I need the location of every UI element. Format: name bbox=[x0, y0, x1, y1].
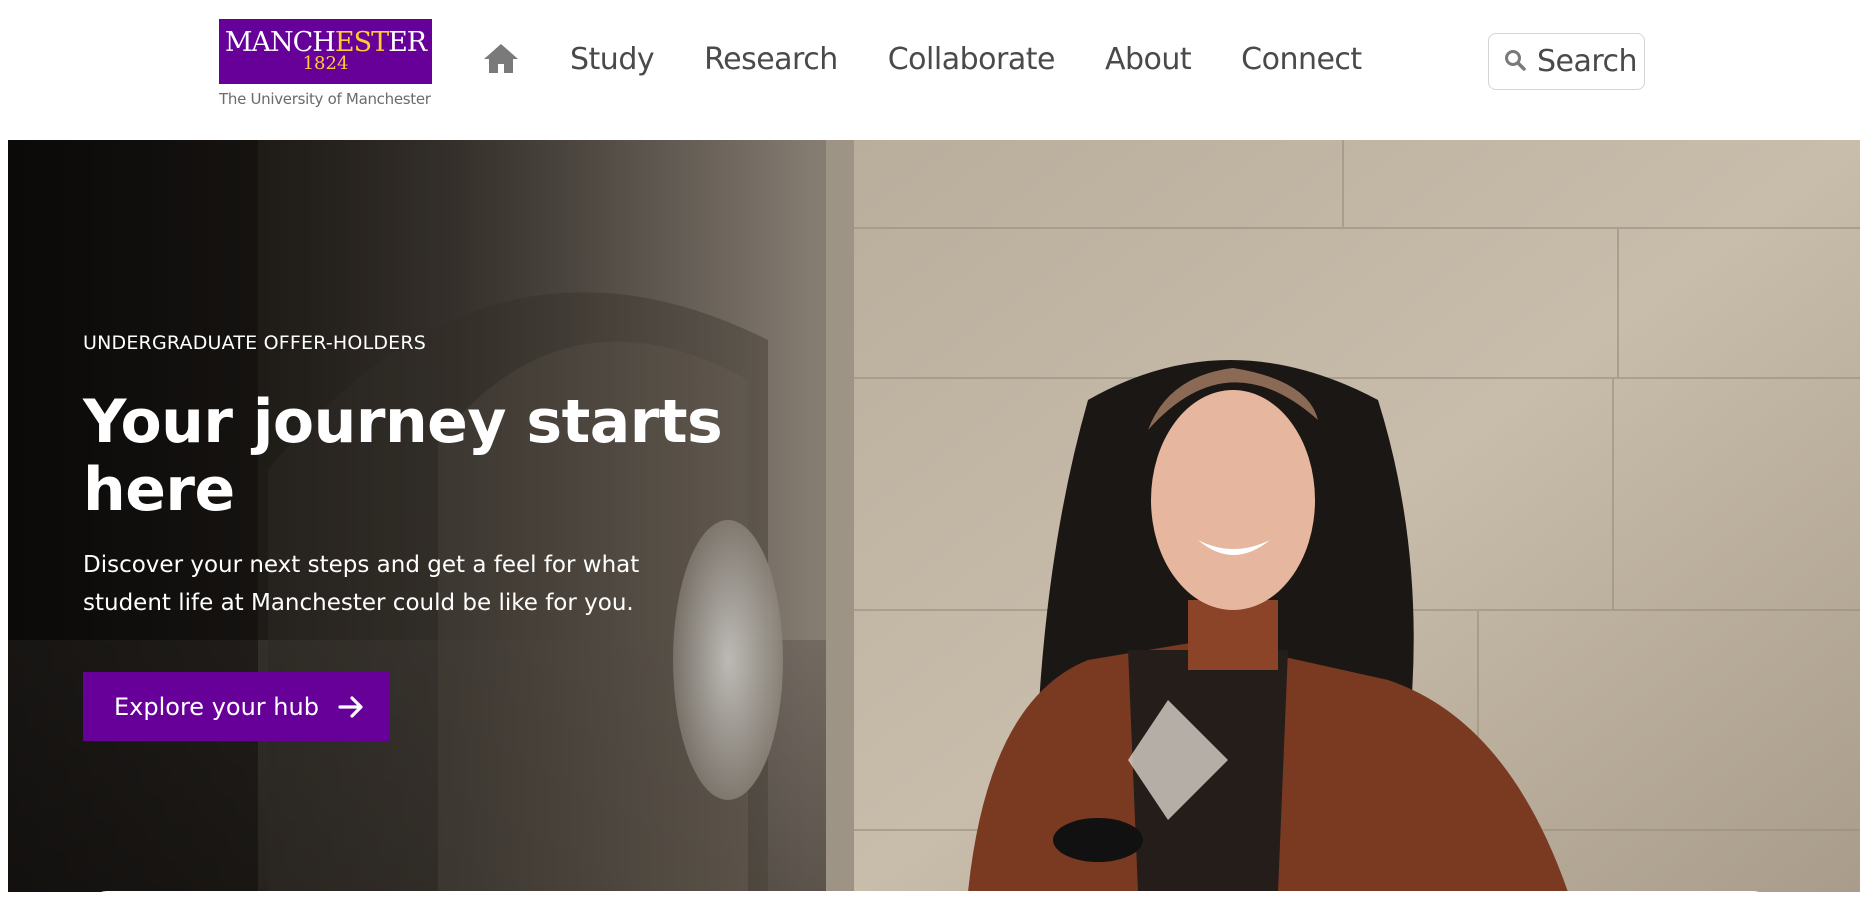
logo-year: 1824 bbox=[302, 53, 349, 74]
hero-description: Discover your next steps and get a feel … bbox=[83, 552, 640, 616]
search-button[interactable]: Search bbox=[1488, 33, 1645, 90]
logo-wordmark: MANCHESTER bbox=[224, 27, 427, 58]
logo-subtitle: The University of Manchester bbox=[219, 90, 431, 108]
cta-label: Explore your hub bbox=[114, 692, 319, 721]
university-logo[interactable]: MANCHESTER 1824 The University of Manche… bbox=[219, 19, 432, 108]
search-icon bbox=[1503, 48, 1527, 75]
nav-item-connect[interactable]: Connect bbox=[1241, 40, 1362, 80]
site-header: MANCHESTER 1824 The University of Manche… bbox=[0, 0, 1860, 140]
nav-item-collaborate[interactable]: Collaborate bbox=[888, 40, 1056, 80]
nav-item-about[interactable]: About bbox=[1105, 40, 1192, 80]
nav-item-research[interactable]: Research bbox=[704, 40, 838, 80]
content-card-edge bbox=[87, 891, 1773, 898]
hero-headline: Your journey starts here bbox=[83, 387, 723, 525]
home-icon[interactable] bbox=[482, 40, 520, 76]
nav-item-study[interactable]: Study bbox=[570, 40, 655, 80]
hero-eyebrow: UNDERGRADUATE OFFER-HOLDERS bbox=[83, 332, 427, 354]
arrow-right-icon bbox=[337, 693, 365, 721]
search-label: Search bbox=[1537, 44, 1638, 79]
explore-hub-button[interactable]: Explore your hub bbox=[83, 672, 389, 741]
hero-banner: UNDERGRADUATE OFFER-HOLDERS Your journey… bbox=[8, 140, 1860, 892]
main-nav: Study Research Collaborate About Connect bbox=[570, 40, 1362, 80]
logo-badge: MANCHESTER 1824 bbox=[219, 19, 432, 84]
